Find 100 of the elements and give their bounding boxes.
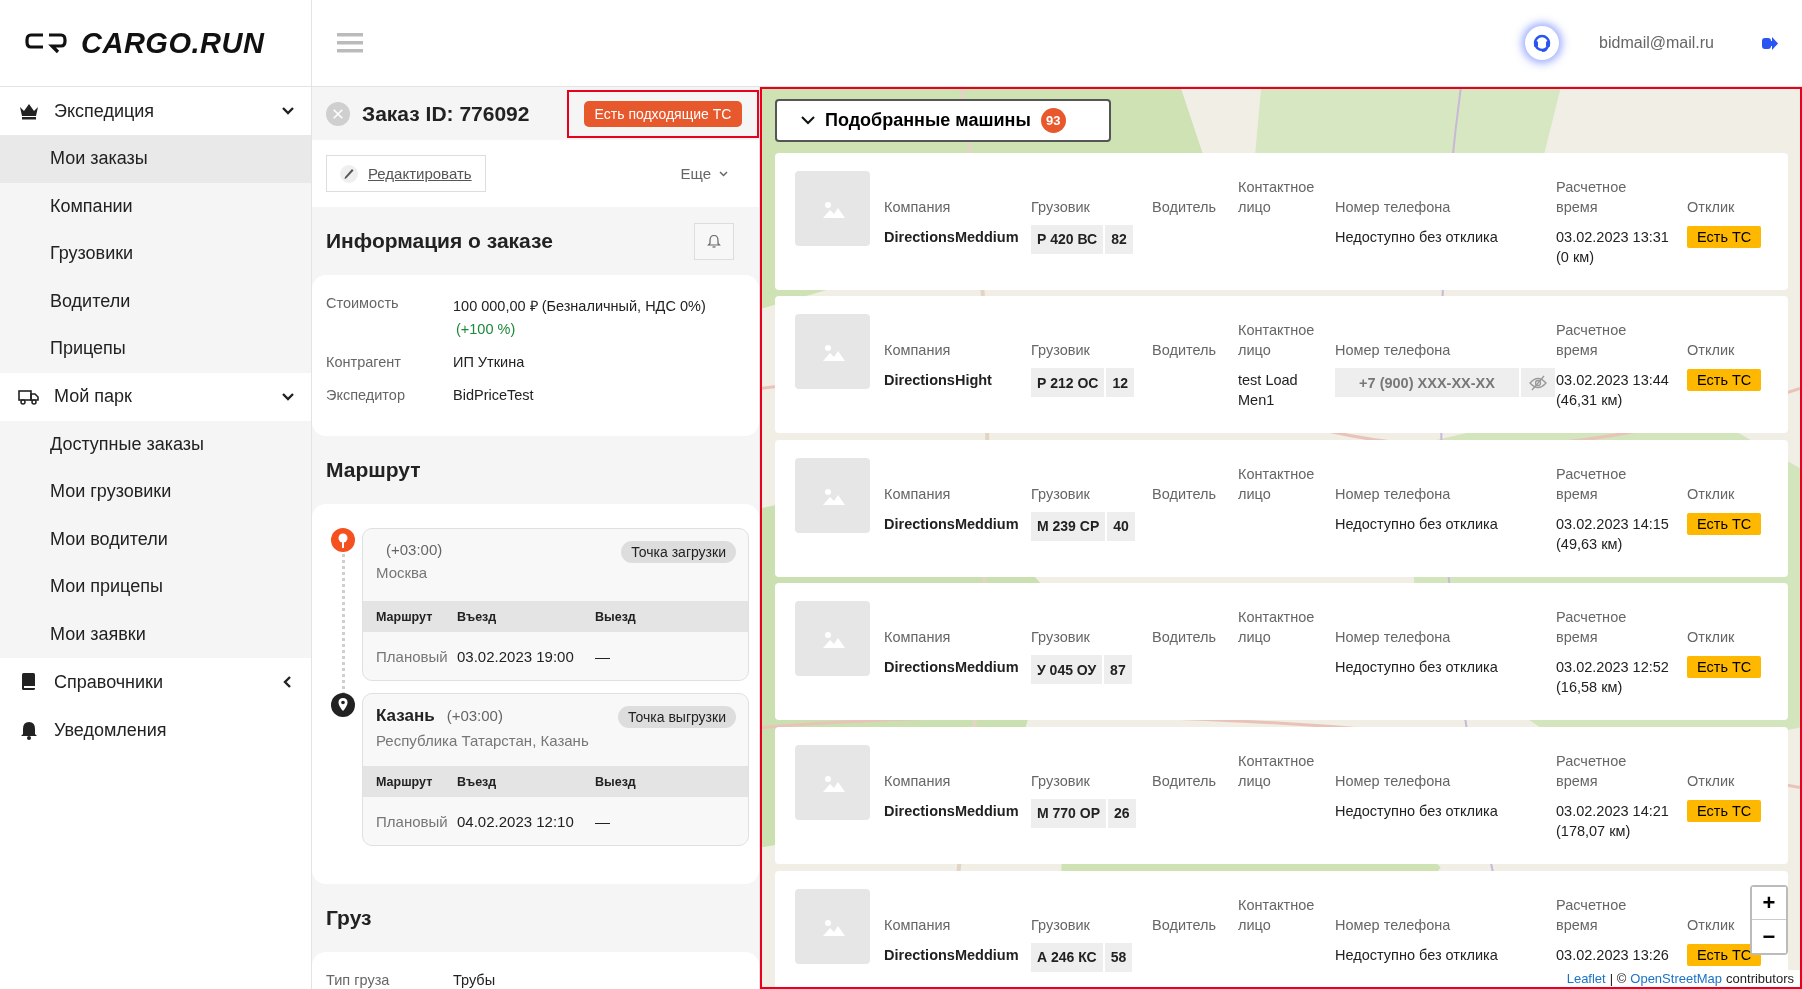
sidebar-group[interactable]: Уведомления — [0, 706, 311, 754]
column-label: Компания — [884, 484, 952, 504]
plate-number: У 045 ОУ — [1031, 655, 1103, 685]
column-label: Контактное лицо — [1238, 751, 1316, 791]
image-icon — [820, 342, 845, 362]
sidebar-item[interactable]: Мои грузовики — [0, 468, 311, 516]
response-button[interactable]: Есть ТС — [1687, 943, 1762, 966]
plate-region: 87 — [1104, 655, 1132, 685]
response-button[interactable]: Есть ТС — [1687, 512, 1762, 535]
response-button[interactable]: Есть ТС — [1687, 799, 1762, 822]
edit-button[interactable]: Редактировать — [326, 155, 486, 192]
eta-distance: (0 км) — [1556, 247, 1596, 267]
plate-number: А 246 КС — [1031, 942, 1103, 972]
column-label: Водитель — [1152, 197, 1218, 217]
close-icon — [332, 106, 344, 121]
close-button[interactable] — [326, 101, 350, 126]
phone-status: Недоступно без отклика — [1335, 945, 1499, 965]
column-label: Грузовик — [1031, 197, 1091, 217]
company-name: DirectionsMeddium — [884, 658, 1017, 678]
logout-icon[interactable] — [1762, 35, 1778, 51]
field-value: BidPriceTest — [453, 387, 534, 403]
sidebar-group[interactable]: Мой парк — [0, 372, 311, 421]
column-header: Выезд — [595, 601, 748, 632]
plate-region: 12 — [1106, 368, 1135, 398]
column-label: Водитель — [1152, 771, 1218, 791]
phone-status: Недоступно без отклика — [1335, 801, 1499, 821]
results-toggle[interactable]: Подобранные машины 93 — [775, 99, 1111, 142]
sidebar-item[interactable]: Компании — [0, 182, 311, 230]
more-dropdown[interactable]: Еще — [674, 164, 734, 183]
column-label: Номер телефона — [1335, 197, 1452, 217]
sidebar-item[interactable]: Прицепы — [0, 325, 311, 373]
sidebar-item[interactable]: Водители — [0, 277, 311, 325]
phone-status: Недоступно без отклика — [1335, 227, 1499, 247]
column-label: Грузовик — [1031, 915, 1091, 935]
field-value: 100 000,00 ₽ (Безналичный, НДС 0%) — [453, 298, 706, 314]
eta-time: 03.02.2023 13:26 — [1556, 945, 1670, 965]
attribution-text: | © — [1609, 971, 1627, 986]
table-cell-text: Плановый — [375, 646, 449, 667]
city-name: Казань — [376, 706, 435, 725]
eye-slash-icon — [1529, 374, 1547, 391]
sidebar-item[interactable]: Мои прицепы — [0, 563, 311, 611]
eta-time: 03.02.2023 14:21 — [1556, 801, 1670, 821]
phone-field: +7 (900) XXX-XX-XX — [1335, 368, 1519, 398]
company-name: DirectionsHight — [884, 371, 993, 391]
column-label: Контактное лицо — [1238, 895, 1316, 935]
plate-region: 82 — [1105, 224, 1133, 254]
phone-status: Недоступно без отклика — [1335, 514, 1499, 534]
eta-time: 03.02.2023 13:44 — [1556, 371, 1670, 391]
support-button[interactable] — [1525, 26, 1560, 60]
sidebar-item[interactable]: Мои заявки — [0, 610, 311, 658]
column-label: Грузовик — [1031, 484, 1091, 504]
field-value: Трубы — [453, 972, 497, 988]
field-label: Тип груза — [326, 972, 391, 988]
sidebar-item[interactable]: Грузовики — [0, 230, 311, 278]
column-label: Номер телефона — [1335, 341, 1452, 361]
osm-link[interactable]: OpenStreetMap — [1630, 971, 1723, 986]
field-label: Экспедитор — [326, 387, 406, 403]
leaflet-link[interactable]: Leaflet — [1566, 971, 1606, 986]
sidebar-item[interactable]: Мои водители — [0, 515, 311, 563]
column-label: Расчетное время — [1556, 177, 1628, 217]
point-tag: Точка загрузки — [621, 541, 736, 563]
eta-time: 03.02.2023 13:31 — [1556, 227, 1670, 247]
column-label: Компания — [884, 628, 952, 648]
address: Республика Татарстан, Казань — [376, 732, 589, 749]
sidebar-group[interactable]: Справочники — [0, 658, 311, 706]
attribution-text: contributors — [1726, 971, 1794, 986]
address: Москва — [376, 564, 429, 581]
sidebar-group-label: Справочники — [54, 671, 165, 693]
response-button[interactable]: Есть ТС — [1687, 225, 1762, 248]
column-label: Расчетное время — [1556, 608, 1628, 648]
plate-number: М 239 СР — [1031, 511, 1106, 541]
column-label: Отклик — [1687, 628, 1736, 648]
sidebar-item[interactable]: Доступные заказы — [0, 420, 311, 468]
phone-status: Недоступно без отклика — [1335, 658, 1499, 678]
order-title: Заказ ID: 776092 — [362, 101, 531, 126]
sidebar-group-label: Экспедиция — [54, 100, 156, 122]
response-button[interactable]: Есть ТС — [1687, 369, 1762, 392]
column-label: Отклик — [1687, 341, 1736, 361]
status-badge: Есть подходящие ТС — [583, 100, 743, 127]
show-phone-button[interactable] — [1521, 368, 1555, 398]
column-label: Компания — [884, 341, 952, 361]
count-badge: 93 — [1040, 108, 1066, 133]
menu-icon[interactable] — [337, 32, 363, 54]
company-name: DirectionsMeddium — [884, 227, 1017, 247]
column-label: Водитель — [1152, 341, 1218, 361]
column-label: Отклик — [1687, 771, 1736, 791]
column-header: Въезд — [457, 766, 595, 797]
response-button[interactable]: Есть ТС — [1687, 656, 1762, 679]
notify-button[interactable] — [694, 222, 734, 260]
plate-region: 26 — [1108, 798, 1136, 828]
column-header: Маршрут — [363, 766, 457, 797]
company-name: DirectionsMeddium — [884, 514, 1017, 534]
map-pin-icon — [331, 528, 355, 552]
sidebar-group[interactable]: Экспедиция — [0, 87, 311, 135]
zoom-in-button[interactable]: + — [1752, 887, 1786, 920]
column-header: Въезд — [457, 601, 595, 632]
chevron-down-icon — [719, 170, 728, 177]
user-email: bidmail@mail.ru — [1599, 34, 1714, 52]
logo-icon — [25, 31, 69, 55]
sidebar-item[interactable]: Мои заказы — [0, 135, 311, 183]
